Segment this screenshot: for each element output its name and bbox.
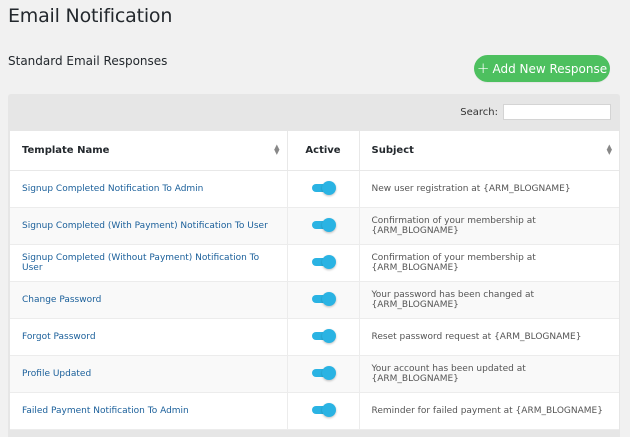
toggle-knob — [322, 403, 336, 417]
active-toggle[interactable] — [312, 292, 336, 306]
toggle-knob — [322, 329, 336, 343]
plus-icon: + — [476, 59, 490, 77]
table-row: Signup Completed Notification To Admin N… — [10, 170, 619, 208]
active-toggle[interactable] — [312, 181, 336, 195]
active-toggle[interactable] — [312, 366, 336, 380]
table-row: Change Password Your password has been c… — [10, 281, 619, 319]
page-title: Email Notification — [8, 5, 173, 27]
search-input[interactable] — [503, 104, 611, 120]
active-toggle[interactable] — [312, 403, 336, 417]
toggle-knob — [322, 292, 336, 306]
template-name-link[interactable]: Signup Completed Notification To Admin — [10, 170, 288, 208]
header-template-name[interactable]: Template Name ▲ ▼ — [10, 131, 288, 171]
toggle-knob — [322, 218, 336, 232]
templates-table: Template Name ▲ ▼ Active Subject ▲ ▼ Signu… — [10, 131, 619, 430]
sort-icon[interactable]: ▲ ▼ — [607, 144, 612, 156]
search-label: Search: — [460, 106, 498, 118]
search-bar: Search: — [460, 103, 611, 121]
header-subject-label: Subject — [371, 144, 414, 156]
templates-panel: Search: Template Name ▲ ▼ Active Subject … — [8, 94, 620, 437]
active-cell — [287, 392, 360, 430]
subject-text: Confirmation of your membership at {ARM_… — [359, 207, 619, 245]
toggle-knob — [322, 181, 336, 195]
template-name-link[interactable]: Profile Updated — [10, 355, 288, 393]
active-cell — [287, 355, 360, 393]
table-row: Profile Updated Your account has been up… — [10, 355, 619, 393]
active-toggle[interactable] — [312, 255, 336, 269]
add-new-response-button[interactable]: + Add New Response — [474, 55, 610, 82]
table-row: Forgot Password Reset password request a… — [10, 318, 619, 356]
active-cell — [287, 244, 360, 282]
template-name-link[interactable]: Change Password — [10, 281, 288, 319]
template-name-link[interactable]: Failed Payment Notification To Admin — [10, 392, 288, 430]
template-name-link[interactable]: Signup Completed (With Payment) Notifica… — [10, 207, 288, 245]
subject-text: New user registration at {ARM_BLOGNAME} — [359, 170, 619, 208]
toggle-knob — [322, 366, 336, 380]
subject-text: Your account has been updated at {ARM_BL… — [359, 355, 619, 393]
header-template-name-label: Template Name — [22, 144, 110, 156]
active-toggle[interactable] — [312, 329, 336, 343]
subject-text: Your password has been changed at {ARM_B… — [359, 281, 619, 319]
toggle-knob — [322, 255, 336, 269]
active-cell — [287, 207, 360, 245]
section-title: Standard Email Responses — [8, 54, 168, 68]
table-row: Failed Payment Notification To Admin Rem… — [10, 392, 619, 430]
header-subject[interactable]: Subject ▲ ▼ — [359, 131, 619, 171]
sort-icon[interactable]: ▲ ▼ — [274, 144, 279, 156]
subject-text: Reminder for failed payment at {ARM_BLOG… — [359, 392, 619, 430]
add-new-response-label: Add New Response — [492, 61, 608, 76]
active-cell — [287, 170, 360, 208]
active-cell — [287, 281, 360, 319]
table-row: Signup Completed (Without Payment) Notif… — [10, 244, 619, 282]
subject-text: Reset password request at {ARM_BLOGNAME} — [359, 318, 619, 356]
table-row: Signup Completed (With Payment) Notifica… — [10, 207, 619, 245]
header-active-label: Active — [305, 144, 341, 156]
table-header-row: Template Name ▲ ▼ Active Subject ▲ ▼ — [10, 131, 619, 171]
active-toggle[interactable] — [312, 218, 336, 232]
template-name-link[interactable]: Forgot Password — [10, 318, 288, 356]
subject-text: Confirmation of your membership at {ARM_… — [359, 244, 619, 282]
header-active: Active — [287, 131, 360, 171]
active-cell — [287, 318, 360, 356]
template-name-link[interactable]: Signup Completed (Without Payment) Notif… — [10, 244, 288, 282]
